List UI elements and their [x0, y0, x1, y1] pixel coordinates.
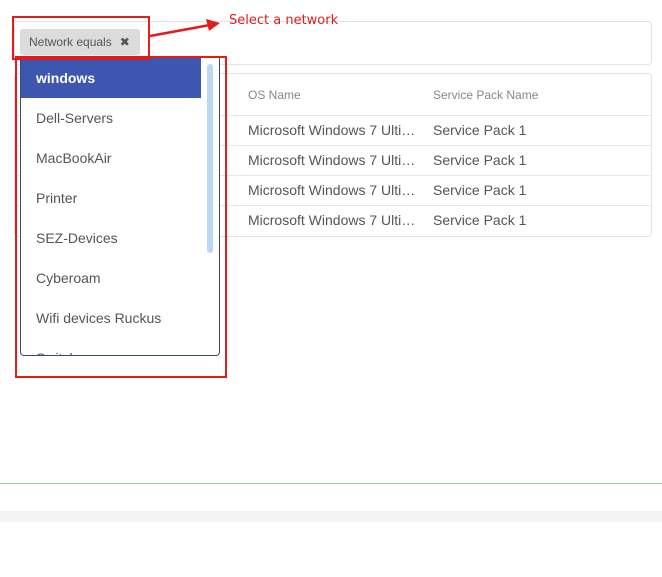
annotation-highlight-chip: [12, 16, 150, 60]
annotation-arrow-icon: [149, 19, 220, 38]
column-header-service-pack[interactable]: Service Pack Name: [433, 88, 538, 102]
annotation-highlight-dropdown: [15, 56, 227, 378]
cell-service-pack: Service Pack 1: [433, 182, 527, 198]
cell-os-name: Microsoft Windows 7 Ultimate: [248, 152, 420, 168]
divider: [0, 483, 662, 484]
cell-service-pack: Service Pack 1: [433, 152, 527, 168]
cell-os-name: Microsoft Windows 7 Ultimate: [248, 122, 420, 138]
cell-os-name: Microsoft Windows 7 Ultimate: [248, 182, 420, 198]
cell-os-name: Microsoft Windows 7 Ultimate: [248, 212, 420, 228]
column-header-os-name[interactable]: OS Name: [248, 88, 301, 102]
cell-service-pack: Service Pack 1: [433, 122, 527, 138]
footer-band: [0, 511, 662, 522]
annotation-text: Select a network: [229, 13, 339, 28]
cell-service-pack: Service Pack 1: [433, 212, 527, 228]
